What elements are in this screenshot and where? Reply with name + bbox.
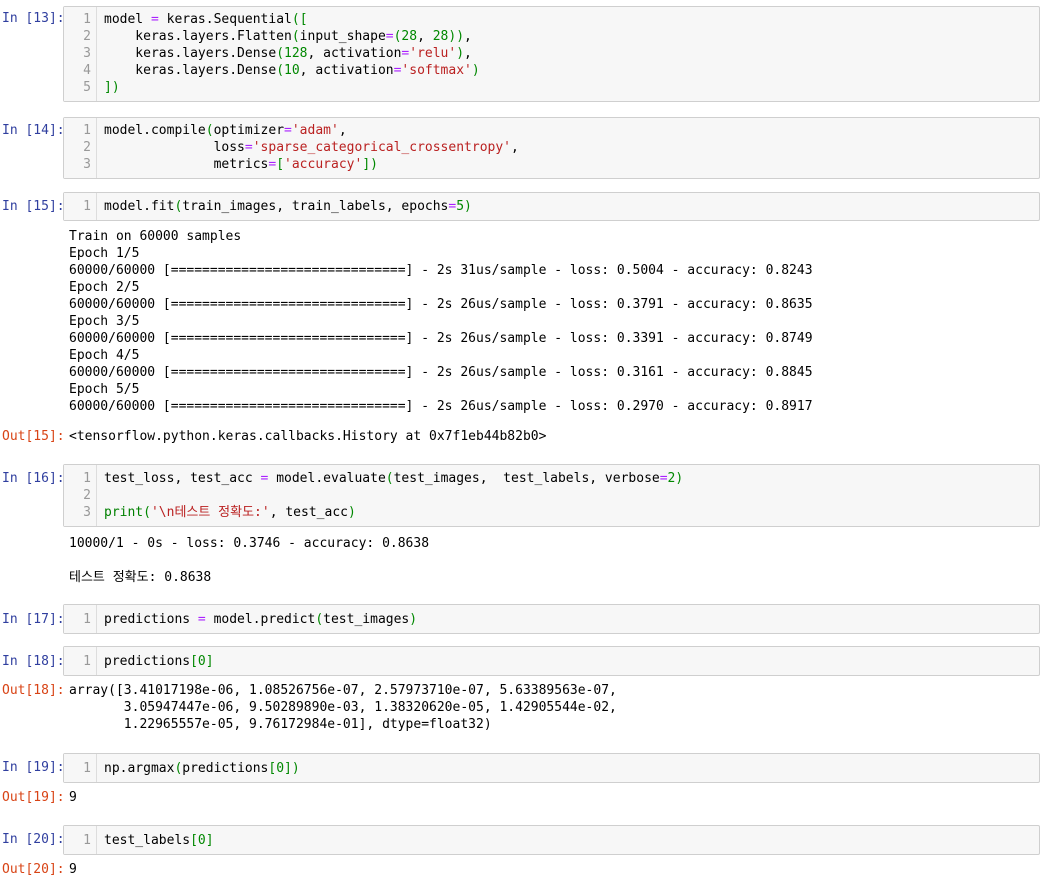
line-number: 3 bbox=[83, 46, 91, 61]
stream-output-line: 60000/60000 [===========================… bbox=[69, 331, 813, 346]
output-prompt: Out[20]: bbox=[2, 862, 65, 877]
execute-result: 9 bbox=[69, 862, 77, 877]
line-number: 3 bbox=[83, 157, 91, 172]
line-number: 2 bbox=[83, 29, 91, 44]
input-prompt: In [15]: bbox=[2, 199, 65, 214]
code-line: model = keras.Sequential([ bbox=[104, 12, 308, 27]
line-number-gutter: 1 2 3 4 5 bbox=[64, 7, 97, 101]
input-prompt: In [13]: bbox=[2, 11, 65, 26]
execute-result: 9 bbox=[69, 790, 77, 805]
line-number-gutter: 1 bbox=[64, 754, 97, 782]
line-number: 1 bbox=[83, 471, 91, 486]
stream-output-line: Epoch 4/5 bbox=[69, 348, 140, 363]
execute-result: <tensorflow.python.keras.callbacks.Histo… bbox=[69, 429, 547, 444]
line-number: 1 bbox=[83, 654, 91, 669]
stream-output-line: Epoch 2/5 bbox=[69, 280, 140, 295]
code-line: np.argmax(predictions[0]) bbox=[104, 761, 300, 776]
stream-output-line: 10000/1 - 0s - loss: 0.3746 - accuracy: … bbox=[69, 536, 430, 551]
stream-output-line: 60000/60000 [===========================… bbox=[69, 263, 813, 278]
code-input-area[interactable]: 1 np.argmax(predictions[0]) bbox=[63, 753, 1040, 783]
stream-output-line: Epoch 5/5 bbox=[69, 382, 140, 397]
output-prompt: Out[18]: bbox=[2, 683, 65, 698]
line-number: 1 bbox=[83, 612, 91, 627]
line-number: 1 bbox=[83, 12, 91, 27]
input-prompt: In [16]: bbox=[2, 471, 65, 486]
stream-output-line: 테스트 정확도: 0.8638 bbox=[69, 570, 212, 585]
line-number: 4 bbox=[83, 63, 91, 78]
input-prompt: In [14]: bbox=[2, 123, 65, 138]
line-number: 2 bbox=[83, 140, 91, 155]
code-input-area[interactable]: 1 2 3 test_loss, test_acc = model.evalua… bbox=[63, 464, 1040, 527]
stream-output-line: 60000/60000 [===========================… bbox=[69, 297, 813, 312]
code-line: keras.layers.Flatten(input_shape=(28, 28… bbox=[104, 29, 472, 44]
stream-output-line: 60000/60000 [===========================… bbox=[69, 365, 813, 380]
line-number: 2 bbox=[83, 488, 91, 503]
line-number-gutter: 1 2 3 bbox=[64, 118, 97, 178]
code-line: model.fit(train_images, train_labels, ep… bbox=[104, 199, 472, 214]
output-prompt: Out[19]: bbox=[2, 790, 65, 805]
line-number-gutter: 1 2 3 bbox=[64, 465, 97, 526]
input-prompt: In [17]: bbox=[2, 612, 65, 627]
output-prompt: Out[15]: bbox=[2, 429, 65, 444]
code-input-area[interactable]: 1 2 3 model.compile(optimizer='adam', lo… bbox=[63, 117, 1040, 179]
stream-output-line: Epoch 3/5 bbox=[69, 314, 140, 329]
stream-output-line: Epoch 1/5 bbox=[69, 246, 140, 261]
code-line: model.compile(optimizer='adam', bbox=[104, 123, 347, 138]
input-prompt: In [19]: bbox=[2, 760, 65, 775]
execute-result-line: 3.05947447e-06, 9.50289890e-03, 1.383206… bbox=[69, 700, 617, 715]
line-number-gutter: 1 bbox=[64, 826, 97, 854]
code-line: test_labels[0] bbox=[104, 833, 214, 848]
execute-result-line: 1.22965557e-05, 9.76172984e-01], dtype=f… bbox=[69, 717, 492, 732]
code-line: loss='sparse_categorical_crossentropy', bbox=[104, 140, 519, 155]
code-input-area[interactable]: 1 predictions[0] bbox=[63, 646, 1040, 676]
stream-output-line: Train on 60000 samples bbox=[69, 229, 242, 244]
line-number: 5 bbox=[83, 80, 91, 95]
code-line: print('\n테스트 정확도:', test_acc) bbox=[104, 505, 356, 520]
code-line: predictions = model.predict(test_images) bbox=[104, 612, 418, 627]
input-prompt: In [20]: bbox=[2, 832, 65, 847]
line-number: 1 bbox=[83, 123, 91, 138]
line-number-gutter: 1 bbox=[64, 605, 97, 633]
code-line: test_loss, test_acc = model.evaluate(tes… bbox=[104, 471, 684, 486]
code-line: metrics=['accuracy']) bbox=[104, 157, 378, 172]
line-number: 1 bbox=[83, 761, 91, 776]
code-input-area[interactable]: 1 predictions = model.predict(test_image… bbox=[63, 604, 1040, 634]
execute-result-line: array([3.41017198e-06, 1.08526756e-07, 2… bbox=[69, 683, 617, 698]
code-line: keras.layers.Dense(10, activation='softm… bbox=[104, 63, 480, 78]
line-number-gutter: 1 bbox=[64, 647, 97, 675]
line-number-gutter: 1 bbox=[64, 193, 97, 220]
line-number: 3 bbox=[83, 505, 91, 520]
code-line: ]) bbox=[104, 80, 120, 95]
line-number: 1 bbox=[83, 199, 91, 214]
code-line: keras.layers.Dense(128, activation='relu… bbox=[104, 46, 472, 61]
line-number: 1 bbox=[83, 833, 91, 848]
code-line: predictions[0] bbox=[104, 654, 214, 669]
input-prompt: In [18]: bbox=[2, 654, 65, 669]
code-input-area[interactable]: 1 test_labels[0] bbox=[63, 825, 1040, 855]
stream-output-line: 60000/60000 [===========================… bbox=[69, 399, 813, 414]
code-input-area[interactable]: 1 2 3 4 5 model = keras.Sequential([ ker… bbox=[63, 6, 1040, 102]
code-input-area[interactable]: 1 model.fit(train_images, train_labels, … bbox=[63, 192, 1040, 221]
